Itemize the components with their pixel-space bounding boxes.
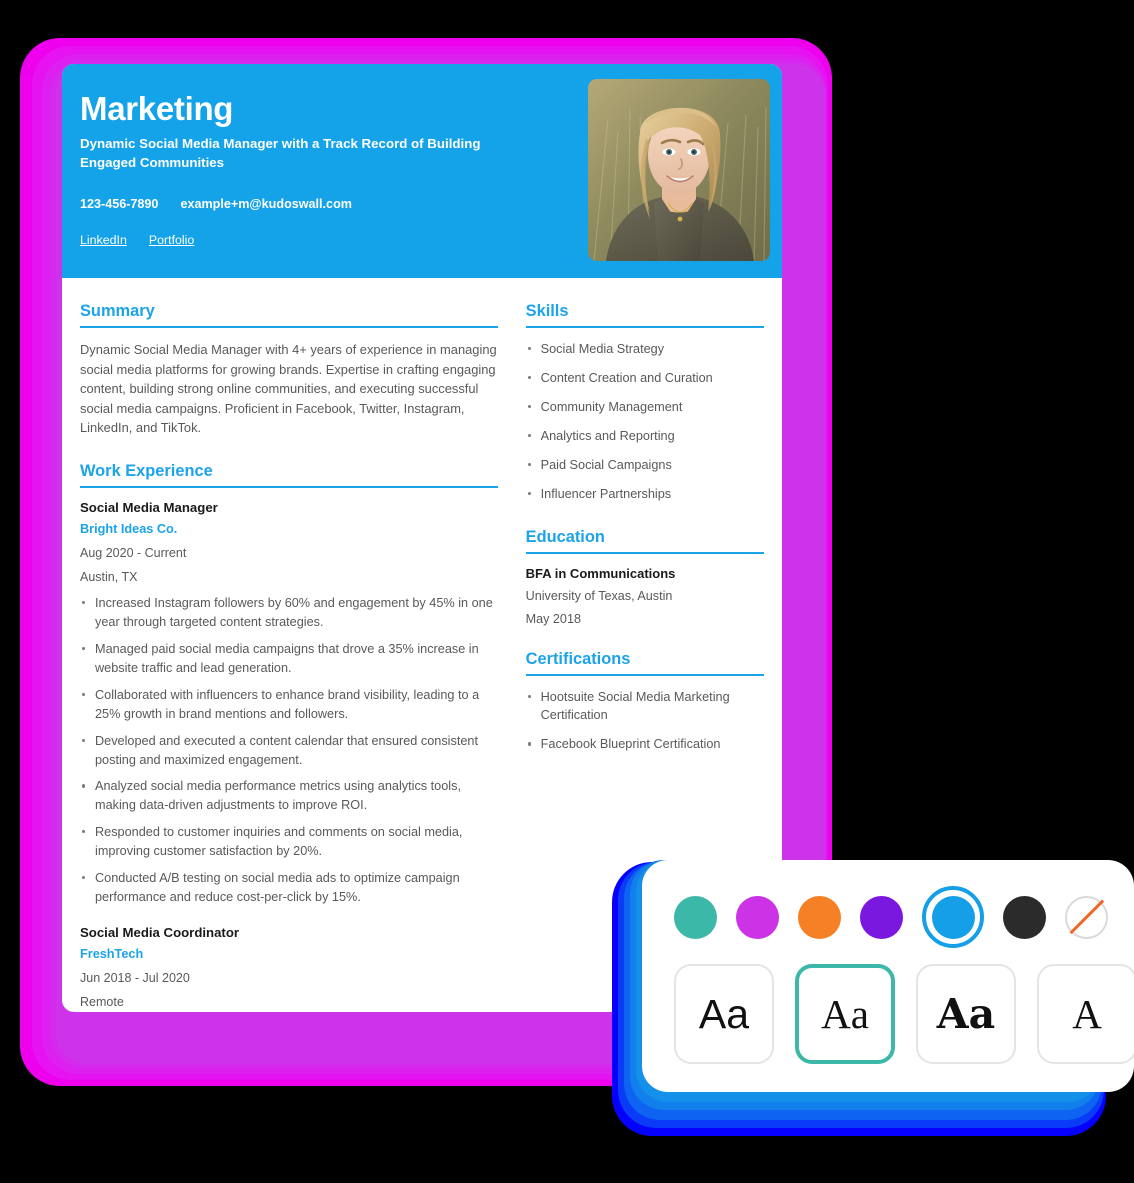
job-bullet-list: Increased Instagram followers by 60% and… [80, 594, 498, 907]
list-item: Collaborated with influencers to enhance… [80, 686, 498, 724]
section-heading-work-experience: Work Experience [80, 462, 498, 489]
list-item: Hootsuite Social Media Marketing Certifi… [526, 688, 764, 726]
list-item: Content Creation and Curation [526, 369, 764, 388]
list-item: Conducted A/B testing on social media ad… [80, 869, 498, 907]
list-item: Social Media Strategy [526, 340, 764, 359]
list-item: Increased Instagram followers by 60% and… [80, 594, 498, 632]
section-heading-summary: Summary [80, 302, 498, 328]
list-item: Developed and executed a content calenda… [80, 732, 498, 770]
list-item: Analytics and Reporting [526, 427, 764, 446]
font-tile-row: Aa Aa Aa A [674, 964, 1134, 1064]
list-item: Facebook Blueprint Certification [526, 735, 764, 754]
resume-left-column: Summary Dynamic Social Media Manager wit… [80, 302, 498, 1012]
job-title: Social Media Coordinator [80, 924, 240, 940]
list-item: Analyzed social media performance metric… [80, 777, 498, 815]
summary-text: Dynamic Social Media Manager with 4+ yea… [80, 342, 497, 436]
color-swatch-purple[interactable] [860, 895, 903, 939]
font-tile-1[interactable]: Aa [674, 964, 774, 1064]
list-item: Paid Social Campaigns [526, 456, 764, 475]
job-entry: Social Media Coordinator FreshTech Jun 2… [80, 925, 498, 1012]
education-date: May 2018 [525, 611, 581, 626]
section-heading-education: Education [525, 528, 764, 554]
color-swatch-black[interactable] [1003, 895, 1046, 939]
skills-list: Social Media Strategy Content Creation a… [526, 340, 764, 504]
phone-number: 123-456-7890 [80, 196, 159, 211]
color-swatch-none-icon[interactable] [1065, 895, 1108, 939]
job-title: Social Media Manager [80, 500, 218, 516]
avatar [588, 79, 770, 261]
job-company: FreshTech [80, 946, 144, 961]
job-location: Remote [80, 994, 124, 1009]
link-linkedin[interactable]: LinkedIn [80, 233, 127, 247]
font-tile-4[interactable]: A [1037, 964, 1134, 1064]
job-dates: Jun 2018 - Jul 2020 [80, 970, 190, 985]
theme-picker-panel: Aa Aa Aa A [642, 860, 1134, 1092]
list-item: Managed paid social media campaigns that… [80, 640, 498, 678]
job-dates: Aug 2020 - Current [80, 546, 187, 561]
certifications-list: Hootsuite Social Media Marketing Certifi… [526, 688, 764, 755]
education-school: University of Texas, Austin [525, 588, 673, 603]
resume-headline: Dynamic Social Media Manager with a Trac… [80, 135, 481, 170]
job-entry: Social Media Manager Bright Ideas Co. Au… [80, 500, 498, 907]
resume-header: Marketing Dynamic Social Media Manager w… [62, 64, 782, 278]
job-company: Bright Ideas Co. [80, 522, 178, 537]
font-tile-3[interactable]: Aa [916, 964, 1016, 1064]
color-swatch-blue-selected[interactable] [922, 886, 984, 948]
color-swatch-magenta[interactable] [736, 895, 779, 939]
link-portfolio[interactable]: Portfolio [149, 233, 194, 247]
screenshot-stage: Marketing Dynamic Social Media Manager w… [0, 0, 1134, 1183]
education-degree: BFA in Communications [525, 565, 676, 581]
job-location: Austin, TX [80, 570, 138, 585]
list-item: Community Management [526, 398, 764, 417]
color-swatch-row [674, 886, 1134, 948]
section-heading-skills: Skills [525, 302, 764, 328]
font-tile-2-selected[interactable]: Aa [795, 964, 895, 1064]
list-item: Influencer Partnerships [526, 485, 764, 504]
color-swatch-orange[interactable] [798, 895, 841, 939]
email-address: example+m@kudoswall.com [180, 196, 352, 211]
section-heading-certifications: Certifications [525, 650, 764, 676]
color-swatch-teal[interactable] [674, 895, 717, 939]
list-item: Responded to customer inquiries and comm… [80, 823, 498, 861]
